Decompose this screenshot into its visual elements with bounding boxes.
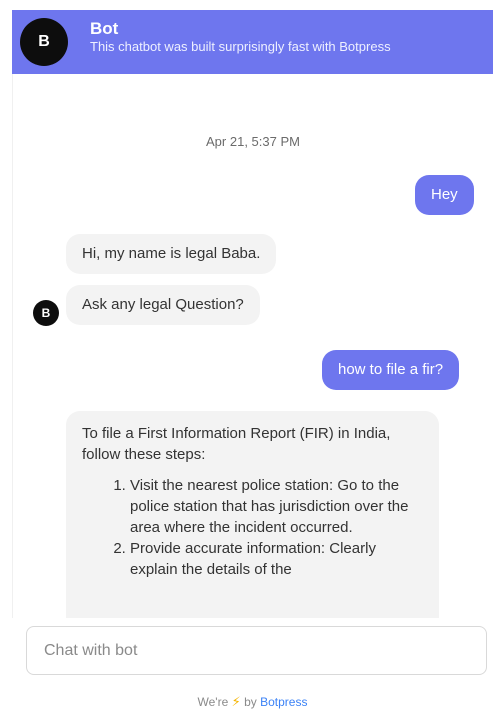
bot-answer-intro: To file a First Information Report (FIR)… bbox=[82, 425, 391, 463]
footer-prefix: We're bbox=[197, 695, 229, 709]
user-message: Hey bbox=[415, 175, 474, 215]
bot-message-long: To file a First Information Report (FIR)… bbox=[66, 411, 439, 618]
powered-by-footer: We're ⚡ by Botpress bbox=[12, 694, 493, 710]
botpress-link[interactable]: Botpress bbox=[260, 695, 307, 709]
bot-message: Hi, my name is legal Baba. bbox=[66, 234, 277, 274]
chat-header: B Bot This chatbot was built surprisingl… bbox=[12, 10, 493, 74]
bot-message: Ask any legal Question? bbox=[66, 285, 260, 325]
bot-header-avatar: B bbox=[20, 18, 68, 66]
bot-answer-step: Visit the nearest police station: Go to … bbox=[130, 475, 423, 538]
footer-by: by bbox=[244, 695, 257, 709]
header-text: Bot This chatbot was built surprisingly … bbox=[90, 19, 391, 55]
message-list[interactable]: Apr 21, 5:37 PM Hey Hi, my name is legal… bbox=[12, 74, 493, 618]
bot-answer-step: Provide accurate information: Clearly ex… bbox=[130, 538, 423, 580]
bot-subtitle: This chatbot was built surprisingly fast… bbox=[90, 39, 391, 54]
bot-title: Bot bbox=[90, 19, 119, 38]
chat-composer bbox=[26, 626, 487, 675]
bot-answer-steps: Visit the nearest police station: Go to … bbox=[82, 475, 423, 580]
chat-widget: B Bot This chatbot was built surprisingl… bbox=[12, 10, 493, 722]
message-timestamp: Apr 21, 5:37 PM bbox=[206, 134, 300, 149]
bot-avatar: B bbox=[33, 300, 59, 326]
chat-input[interactable] bbox=[42, 640, 466, 661]
user-message: how to file a fir? bbox=[322, 350, 460, 390]
lightning-bolt-icon: ⚡ bbox=[231, 694, 241, 709]
